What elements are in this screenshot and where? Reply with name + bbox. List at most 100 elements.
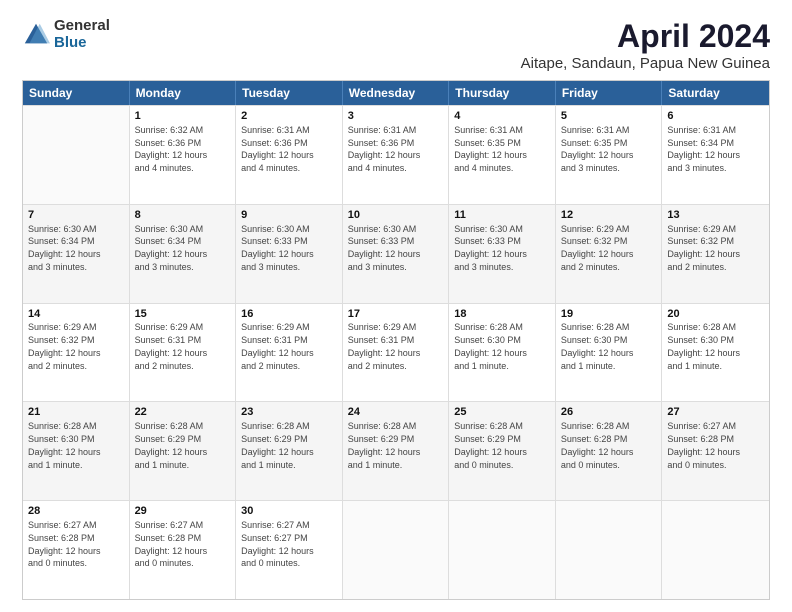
day-cell-10: 10Sunrise: 6:30 AM Sunset: 6:33 PM Dayli… <box>343 205 450 303</box>
day-info: Sunrise: 6:27 AM Sunset: 6:28 PM Dayligh… <box>28 520 101 568</box>
day-info: Sunrise: 6:31 AM Sunset: 6:35 PM Dayligh… <box>561 125 634 173</box>
day-number: 20 <box>667 307 764 322</box>
day-info: Sunrise: 6:31 AM Sunset: 6:35 PM Dayligh… <box>454 125 527 173</box>
day-cell-18: 18Sunrise: 6:28 AM Sunset: 6:30 PM Dayli… <box>449 304 556 402</box>
header-day-monday: Monday <box>130 81 237 105</box>
day-cell-17: 17Sunrise: 6:29 AM Sunset: 6:31 PM Dayli… <box>343 304 450 402</box>
day-info: Sunrise: 6:28 AM Sunset: 6:29 PM Dayligh… <box>454 421 527 469</box>
day-number: 6 <box>667 109 764 124</box>
day-cell-22: 22Sunrise: 6:28 AM Sunset: 6:29 PM Dayli… <box>130 402 237 500</box>
header-day-saturday: Saturday <box>662 81 769 105</box>
day-info: Sunrise: 6:29 AM Sunset: 6:32 PM Dayligh… <box>667 224 740 272</box>
day-number: 1 <box>135 109 231 124</box>
day-info: Sunrise: 6:30 AM Sunset: 6:33 PM Dayligh… <box>241 224 314 272</box>
day-info: Sunrise: 6:28 AM Sunset: 6:28 PM Dayligh… <box>561 421 634 469</box>
calendar-body: 1Sunrise: 6:32 AM Sunset: 6:36 PM Daylig… <box>23 105 769 599</box>
title-block: April 2024 Aitape, Sandaun, Papua New Gu… <box>521 18 770 72</box>
day-info: Sunrise: 6:30 AM Sunset: 6:33 PM Dayligh… <box>348 224 421 272</box>
day-number: 17 <box>348 307 444 322</box>
day-cell-15: 15Sunrise: 6:29 AM Sunset: 6:31 PM Dayli… <box>130 304 237 402</box>
day-number: 12 <box>561 208 657 223</box>
day-cell-2: 2Sunrise: 6:31 AM Sunset: 6:36 PM Daylig… <box>236 106 343 204</box>
day-number: 8 <box>135 208 231 223</box>
day-cell-23: 23Sunrise: 6:28 AM Sunset: 6:29 PM Dayli… <box>236 402 343 500</box>
day-info: Sunrise: 6:32 AM Sunset: 6:36 PM Dayligh… <box>135 125 208 173</box>
day-cell-6: 6Sunrise: 6:31 AM Sunset: 6:34 PM Daylig… <box>662 106 769 204</box>
calendar-week-2: 7Sunrise: 6:30 AM Sunset: 6:34 PM Daylig… <box>23 204 769 303</box>
day-info: Sunrise: 6:30 AM Sunset: 6:34 PM Dayligh… <box>28 224 101 272</box>
day-number: 11 <box>454 208 550 223</box>
day-number: 29 <box>135 504 231 519</box>
calendar-week-1: 1Sunrise: 6:32 AM Sunset: 6:36 PM Daylig… <box>23 105 769 204</box>
day-info: Sunrise: 6:29 AM Sunset: 6:32 PM Dayligh… <box>561 224 634 272</box>
day-cell-26: 26Sunrise: 6:28 AM Sunset: 6:28 PM Dayli… <box>556 402 663 500</box>
day-cell-11: 11Sunrise: 6:30 AM Sunset: 6:33 PM Dayli… <box>449 205 556 303</box>
main-title: April 2024 <box>521 18 770 55</box>
calendar-week-3: 14Sunrise: 6:29 AM Sunset: 6:32 PM Dayli… <box>23 303 769 402</box>
day-cell-29: 29Sunrise: 6:27 AM Sunset: 6:28 PM Dayli… <box>130 501 237 599</box>
day-cell-25: 25Sunrise: 6:28 AM Sunset: 6:29 PM Dayli… <box>449 402 556 500</box>
empty-cell <box>556 501 663 599</box>
page: General Blue April 2024 Aitape, Sandaun,… <box>0 0 792 612</box>
day-cell-13: 13Sunrise: 6:29 AM Sunset: 6:32 PM Dayli… <box>662 205 769 303</box>
day-cell-24: 24Sunrise: 6:28 AM Sunset: 6:29 PM Dayli… <box>343 402 450 500</box>
day-info: Sunrise: 6:31 AM Sunset: 6:36 PM Dayligh… <box>348 125 421 173</box>
day-cell-8: 8Sunrise: 6:30 AM Sunset: 6:34 PM Daylig… <box>130 205 237 303</box>
subtitle: Aitape, Sandaun, Papua New Guinea <box>521 55 770 72</box>
day-cell-14: 14Sunrise: 6:29 AM Sunset: 6:32 PM Dayli… <box>23 304 130 402</box>
day-cell-5: 5Sunrise: 6:31 AM Sunset: 6:35 PM Daylig… <box>556 106 663 204</box>
day-info: Sunrise: 6:27 AM Sunset: 6:28 PM Dayligh… <box>135 520 208 568</box>
day-cell-9: 9Sunrise: 6:30 AM Sunset: 6:33 PM Daylig… <box>236 205 343 303</box>
logo-text: General Blue <box>54 18 110 51</box>
day-info: Sunrise: 6:29 AM Sunset: 6:31 PM Dayligh… <box>348 322 421 370</box>
day-number: 21 <box>28 405 124 420</box>
day-number: 19 <box>561 307 657 322</box>
day-number: 14 <box>28 307 124 322</box>
calendar-week-4: 21Sunrise: 6:28 AM Sunset: 6:30 PM Dayli… <box>23 401 769 500</box>
empty-cell <box>343 501 450 599</box>
day-cell-28: 28Sunrise: 6:27 AM Sunset: 6:28 PM Dayli… <box>23 501 130 599</box>
day-cell-7: 7Sunrise: 6:30 AM Sunset: 6:34 PM Daylig… <box>23 205 130 303</box>
day-info: Sunrise: 6:28 AM Sunset: 6:30 PM Dayligh… <box>454 322 527 370</box>
empty-cell <box>662 501 769 599</box>
day-info: Sunrise: 6:30 AM Sunset: 6:33 PM Dayligh… <box>454 224 527 272</box>
day-info: Sunrise: 6:31 AM Sunset: 6:36 PM Dayligh… <box>241 125 314 173</box>
calendar: SundayMondayTuesdayWednesdayThursdayFrid… <box>22 80 770 600</box>
day-cell-12: 12Sunrise: 6:29 AM Sunset: 6:32 PM Dayli… <box>556 205 663 303</box>
day-cell-3: 3Sunrise: 6:31 AM Sunset: 6:36 PM Daylig… <box>343 106 450 204</box>
day-info: Sunrise: 6:29 AM Sunset: 6:32 PM Dayligh… <box>28 322 101 370</box>
day-number: 22 <box>135 405 231 420</box>
day-number: 24 <box>348 405 444 420</box>
day-number: 18 <box>454 307 550 322</box>
empty-cell <box>23 106 130 204</box>
logo: General Blue <box>22 18 110 51</box>
calendar-week-5: 28Sunrise: 6:27 AM Sunset: 6:28 PM Dayli… <box>23 500 769 599</box>
calendar-header: SundayMondayTuesdayWednesdayThursdayFrid… <box>23 81 769 105</box>
logo-general: General <box>54 18 110 35</box>
day-info: Sunrise: 6:28 AM Sunset: 6:29 PM Dayligh… <box>348 421 421 469</box>
day-number: 23 <box>241 405 337 420</box>
day-cell-30: 30Sunrise: 6:27 AM Sunset: 6:27 PM Dayli… <box>236 501 343 599</box>
day-number: 30 <box>241 504 337 519</box>
day-info: Sunrise: 6:28 AM Sunset: 6:30 PM Dayligh… <box>667 322 740 370</box>
day-number: 15 <box>135 307 231 322</box>
header-day-thursday: Thursday <box>449 81 556 105</box>
day-cell-20: 20Sunrise: 6:28 AM Sunset: 6:30 PM Dayli… <box>662 304 769 402</box>
logo-icon <box>22 21 50 49</box>
day-number: 4 <box>454 109 550 124</box>
day-info: Sunrise: 6:28 AM Sunset: 6:29 PM Dayligh… <box>135 421 208 469</box>
day-number: 13 <box>667 208 764 223</box>
day-number: 10 <box>348 208 444 223</box>
day-info: Sunrise: 6:31 AM Sunset: 6:34 PM Dayligh… <box>667 125 740 173</box>
header-day-wednesday: Wednesday <box>343 81 450 105</box>
day-number: 25 <box>454 405 550 420</box>
header: General Blue April 2024 Aitape, Sandaun,… <box>22 18 770 72</box>
day-info: Sunrise: 6:27 AM Sunset: 6:28 PM Dayligh… <box>667 421 740 469</box>
day-info: Sunrise: 6:28 AM Sunset: 6:30 PM Dayligh… <box>561 322 634 370</box>
empty-cell <box>449 501 556 599</box>
header-day-friday: Friday <box>556 81 663 105</box>
header-day-tuesday: Tuesday <box>236 81 343 105</box>
day-info: Sunrise: 6:27 AM Sunset: 6:27 PM Dayligh… <box>241 520 314 568</box>
header-day-sunday: Sunday <box>23 81 130 105</box>
day-cell-21: 21Sunrise: 6:28 AM Sunset: 6:30 PM Dayli… <box>23 402 130 500</box>
